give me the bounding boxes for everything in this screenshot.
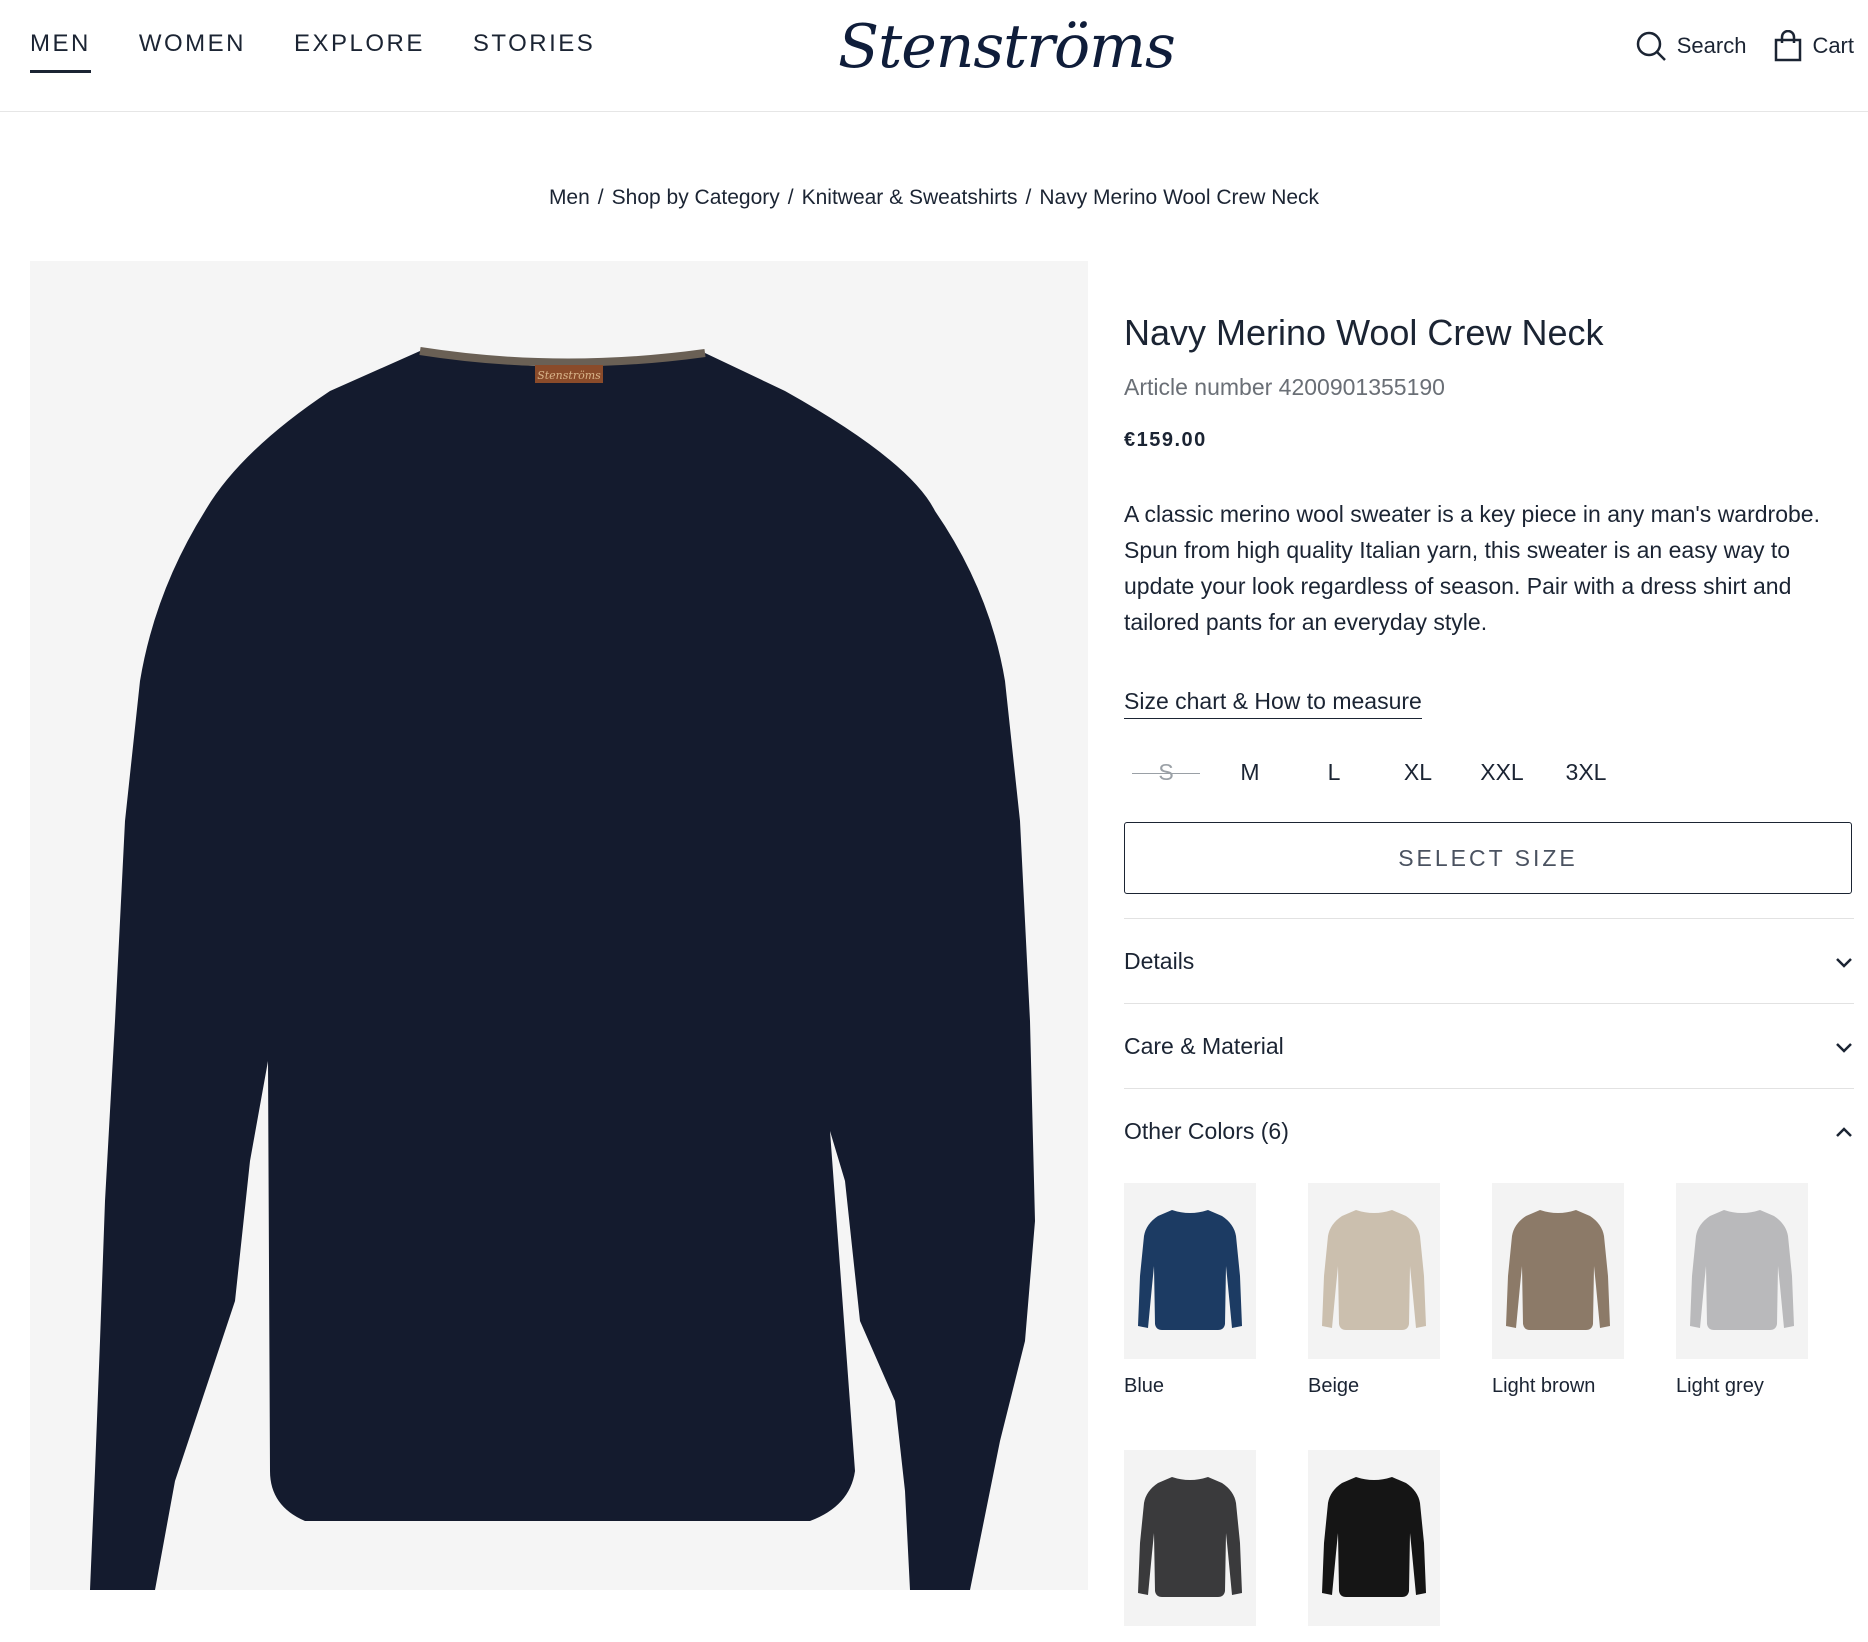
accordion-care-label: Care & Material: [1124, 1032, 1284, 1059]
size-option-s[interactable]: S: [1124, 759, 1208, 786]
search-icon: [1635, 30, 1667, 62]
article-number: Article number 4200901355190: [1124, 374, 1445, 400]
sweater-illustration: Stenströms: [90, 347, 1035, 1590]
size-chart-link[interactable]: Size chart & How to measure: [1124, 688, 1422, 719]
breadcrumb-knitwear[interactable]: Knitwear & Sweatshirts: [802, 186, 1018, 209]
product-info: Navy Merino Wool Crew Neck Article numbe…: [1124, 312, 1854, 1642]
size-selector: S M L XL XXL 3XL: [1124, 759, 1854, 786]
color-swatch-label: Blue: [1124, 1375, 1165, 1397]
nav-women[interactable]: WOMEN: [139, 30, 246, 73]
color-swatch-blue[interactable]: Blue: [1124, 1183, 1256, 1398]
brand-logo[interactable]: Stenströms: [838, 12, 1176, 82]
chevron-down-icon: [1834, 948, 1854, 975]
accordion-care-material[interactable]: Care & Material: [1124, 1004, 1854, 1089]
color-swatch-light-brown[interactable]: Light brown: [1492, 1183, 1624, 1398]
breadcrumb: Men / Shop by Category / Knitwear & Sweatshi…: [0, 186, 1868, 210]
product-image[interactable]: Stenströms: [30, 261, 1088, 1590]
color-swatch-image: [1492, 1183, 1624, 1359]
size-option-xl[interactable]: XL: [1376, 759, 1460, 786]
search-button[interactable]: Search: [1635, 30, 1747, 62]
color-swatch-label: Light brown: [1492, 1375, 1596, 1397]
color-swatch-black[interactable]: [1308, 1450, 1440, 1642]
breadcrumb-current: Navy Merino Wool Crew Neck: [1039, 186, 1320, 209]
garment-label-text: Stenströms: [537, 369, 601, 382]
color-swatch-dark-grey[interactable]: [1124, 1450, 1256, 1642]
nav-explore[interactable]: EXPLORE: [294, 30, 425, 73]
accordion-details-label: Details: [1124, 947, 1195, 974]
product-description: A classic merino wool sweater is a key p…: [1124, 501, 1820, 635]
product-accordion: Details Care & Material Other Colors (6)…: [1124, 918, 1854, 1642]
header-actions: Search Cart: [1635, 30, 1854, 62]
product-price: €159.00: [1124, 429, 1207, 451]
chevron-down-icon: [1834, 1033, 1854, 1060]
color-swatch-image: [1124, 1450, 1256, 1626]
bag-icon: [1774, 30, 1802, 62]
product-title: Navy Merino Wool Crew Neck: [1124, 312, 1604, 353]
accordion-details[interactable]: Details: [1124, 919, 1854, 1004]
color-swatch-beige[interactable]: Beige: [1308, 1183, 1440, 1398]
cart-button[interactable]: Cart: [1774, 30, 1854, 62]
nav-stories[interactable]: STORIES: [473, 30, 595, 73]
size-option-l[interactable]: L: [1292, 759, 1376, 786]
search-label: Search: [1676, 33, 1747, 58]
size-option-xxl[interactable]: XXL: [1460, 759, 1544, 786]
breadcrumb-separator: /: [787, 186, 794, 209]
color-swatch-label: Beige: [1308, 1375, 1360, 1397]
chevron-up-icon: [1834, 1118, 1854, 1145]
color-swatch-image: [1124, 1183, 1256, 1359]
size-option-m[interactable]: M: [1208, 759, 1292, 786]
breadcrumb-separator: /: [597, 186, 604, 209]
size-option-3xl[interactable]: 3XL: [1544, 759, 1628, 786]
cart-label: Cart: [1812, 33, 1854, 58]
breadcrumb-separator: /: [1025, 186, 1032, 209]
accordion-other-colors[interactable]: Other Colors (6): [1124, 1089, 1854, 1173]
main-nav: MEN WOMEN EXPLORE STORIES: [30, 30, 595, 73]
color-swatch-light-grey[interactable]: Light grey: [1676, 1183, 1808, 1398]
site-header: MEN WOMEN EXPLORE STORIES Stenströms Sea…: [0, 0, 1868, 112]
color-swatch-image: [1676, 1183, 1808, 1359]
color-swatch-label: Light grey: [1676, 1375, 1764, 1397]
nav-men[interactable]: MEN: [30, 30, 91, 73]
select-size-button[interactable]: SELECT SIZE: [1124, 822, 1852, 894]
breadcrumb-men[interactable]: Men: [549, 186, 590, 209]
color-swatch-image: [1308, 1450, 1440, 1626]
color-swatch-image: [1308, 1183, 1440, 1359]
breadcrumb-shop-by-category[interactable]: Shop by Category: [612, 186, 780, 209]
color-swatches: Blue Beige Light brown Light grey: [1124, 1183, 1854, 1642]
accordion-other-colors-label: Other Colors (6): [1124, 1117, 1289, 1144]
